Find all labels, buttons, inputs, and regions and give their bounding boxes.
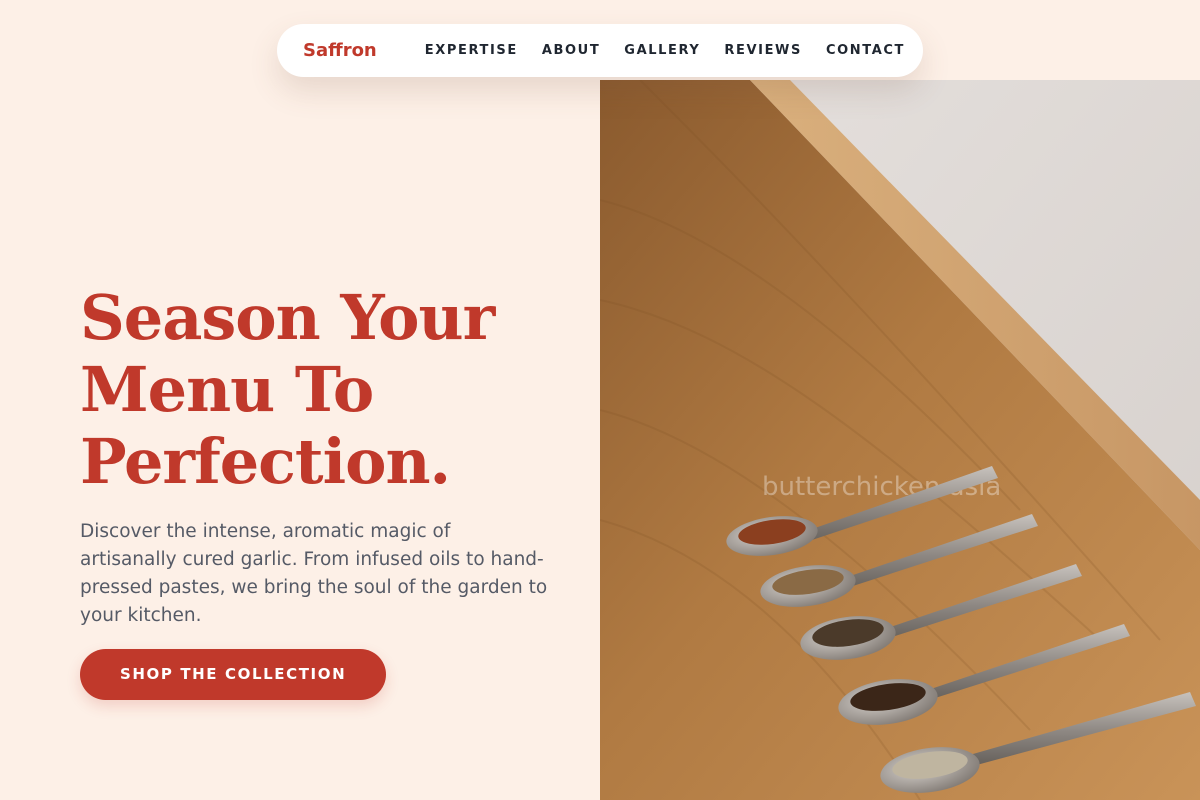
hero-title-line-3: Perfection. [80, 425, 451, 498]
top-nav: Saffron EXPERTISE ABOUT GALLERY REVIEWS … [277, 24, 923, 77]
shop-collection-button[interactable]: SHOP THE COLLECTION [80, 649, 387, 700]
nav-link-reviews[interactable]: REVIEWS [724, 43, 802, 58]
hero-title-line-2: Menu To [80, 353, 374, 426]
hero-section: Season Your Menu To Perfection. Discover… [80, 282, 580, 700]
nav-link-gallery[interactable]: GALLERY [624, 43, 700, 58]
hero-title-line-1: Season Your [80, 281, 495, 354]
hero-title: Season Your Menu To Perfection. [80, 282, 580, 498]
nav-link-expertise[interactable]: EXPERTISE [425, 43, 518, 58]
hero-image: butterchicken.asia [600, 80, 1200, 800]
hero-description: Discover the intense, aromatic magic of … [80, 521, 548, 626]
nav-link-about[interactable]: ABOUT [542, 43, 600, 58]
brand-logo[interactable]: Saffron [303, 40, 377, 61]
nav-link-contact[interactable]: CONTACT [826, 43, 905, 58]
nav-links: EXPERTISE ABOUT GALLERY REVIEWS CONTACT [425, 43, 905, 58]
